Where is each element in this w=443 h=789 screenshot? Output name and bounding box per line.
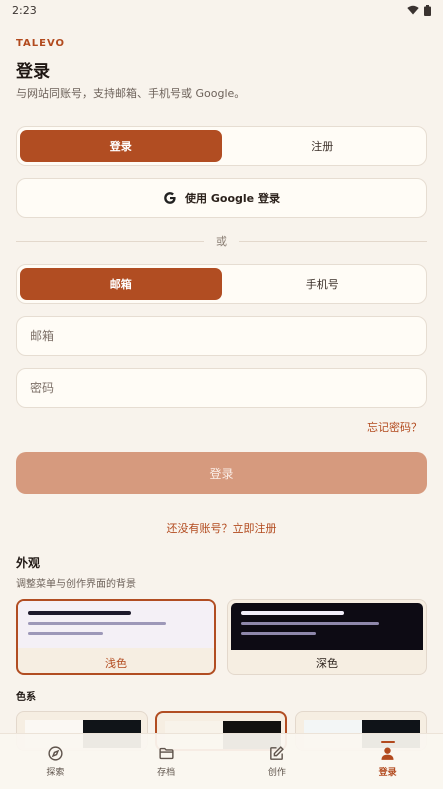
status-icons — [407, 4, 431, 16]
or-divider: 或 — [16, 233, 427, 249]
nav-label: 登录 — [378, 768, 397, 778]
forgot-password-link[interactable]: 忘记密码？ — [367, 419, 422, 435]
google-icon — [164, 192, 176, 204]
google-login-label: 使用 Google 登录 — [185, 192, 280, 205]
email-input[interactable] — [16, 316, 427, 356]
nav-item-create[interactable]: 创作 — [222, 734, 333, 789]
status-time: 2:23 — [12, 3, 37, 17]
edit-icon — [270, 746, 285, 760]
appearance-title: 外观 — [16, 556, 41, 570]
divider-text: 或 — [216, 235, 227, 248]
folder-icon — [159, 747, 174, 760]
page-title: 登录 — [16, 62, 50, 82]
login-method-tab-group: 邮箱 手机号 — [16, 264, 427, 304]
password-input[interactable] — [16, 368, 427, 408]
wifi-icon — [407, 5, 419, 15]
person-icon — [381, 747, 394, 760]
divider-line — [239, 240, 427, 242]
nav-item-archive[interactable]: 存档 — [111, 734, 222, 789]
theme-preview-dark — [231, 603, 423, 650]
appearance-description: 调整菜单与创作界面的背景 — [16, 579, 136, 590]
register-link[interactable]: 还没有账号？立即注册 — [0, 520, 443, 536]
nav-item-login[interactable]: 登录 — [332, 734, 443, 789]
page-subtitle: 与网站同账号，支持邮箱、手机号或 Google。 — [16, 87, 246, 100]
google-login-button[interactable]: 使用 Google 登录 — [16, 178, 427, 218]
tab-phone[interactable]: 手机号 — [222, 268, 424, 300]
tab-login[interactable]: 登录 — [20, 130, 222, 162]
compass-icon — [48, 746, 63, 761]
bottom-navigation: 探索 存档 创作 登录 — [0, 733, 443, 789]
nav-item-explore[interactable]: 探索 — [0, 734, 111, 789]
nav-label: 存档 — [157, 768, 176, 778]
nav-label: 创作 — [267, 768, 286, 778]
tab-register[interactable]: 注册 — [222, 130, 424, 162]
theme-label-light: 浅色 — [105, 656, 127, 670]
brand-logo-text: TALEVO — [16, 38, 66, 49]
nav-label: 探索 — [46, 768, 65, 778]
palette-title: 色系 — [16, 692, 36, 703]
tab-email[interactable]: 邮箱 — [20, 268, 222, 300]
status-bar: 2:23 — [0, 0, 443, 20]
auth-tab-group: 登录 注册 — [16, 126, 427, 166]
theme-option-dark[interactable]: 深色 — [227, 599, 427, 675]
login-submit-button[interactable]: 登录 — [16, 452, 427, 494]
theme-option-light[interactable]: 浅色 — [16, 599, 216, 675]
theme-preview-light — [18, 601, 214, 648]
divider-line — [16, 240, 204, 242]
battery-icon — [424, 4, 431, 16]
theme-label-dark: 深色 — [316, 657, 338, 670]
